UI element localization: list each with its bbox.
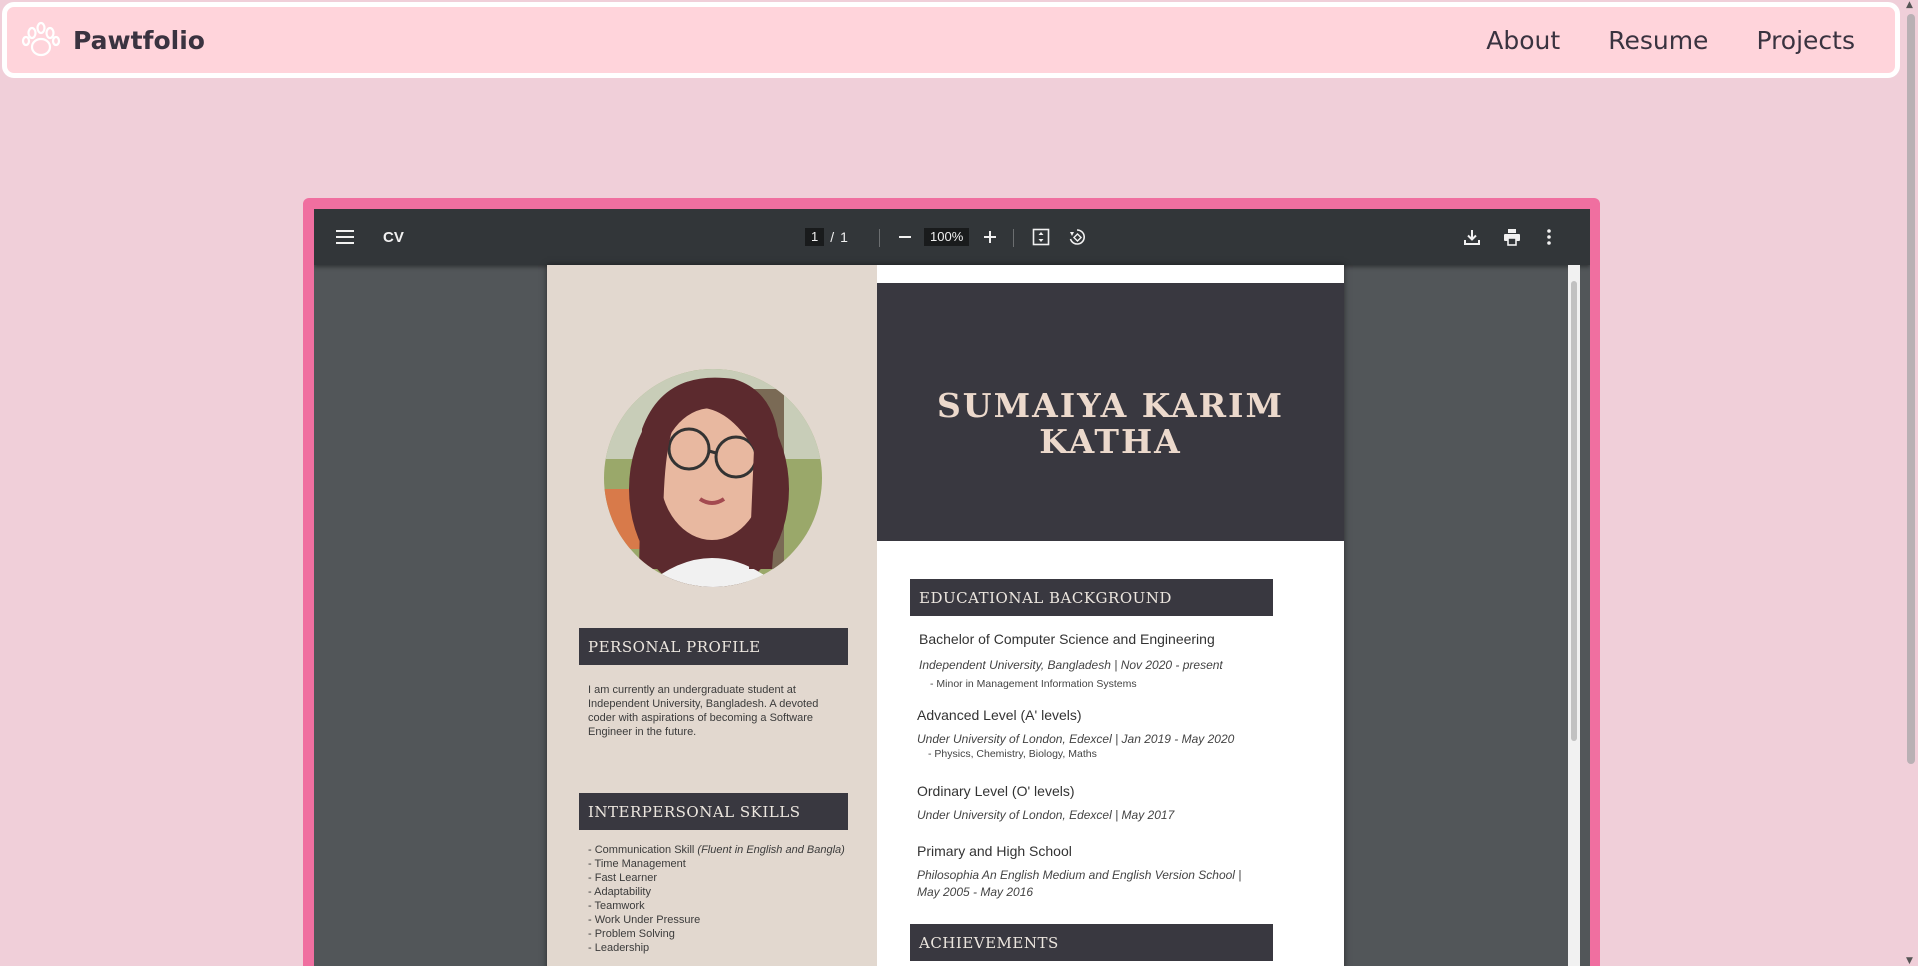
education-entry-subtitle: Philosophia An English Medium and Englis…: [917, 868, 1242, 899]
brand[interactable]: Pawtfolio: [19, 18, 205, 62]
page-number-input[interactable]: 1: [805, 228, 825, 246]
cv-name-line: KATHA: [1039, 422, 1182, 461]
download-icon[interactable]: [1463, 209, 1481, 265]
list-item: - Time Management: [588, 858, 686, 870]
zoom-in-icon[interactable]: [983, 209, 997, 265]
top-navbar: Pawtfolio About Resume Projects: [2, 2, 1900, 78]
education-entry-title: Ordinary Level (O' levels): [917, 783, 1075, 799]
document-title: CV: [383, 228, 404, 246]
cv-left-column: PERSONAL PROFILE I am currently an under…: [547, 265, 877, 966]
pdf-toolbar: CV 1 / 1 100%: [314, 209, 1590, 265]
nav-link-about[interactable]: About: [1486, 26, 1560, 55]
profile-photo: [604, 369, 822, 587]
list-item: - Leadership: [588, 942, 650, 954]
cv-name: SUMAIYA KARIM KATHA: [877, 388, 1344, 460]
page-total: 1: [840, 229, 848, 245]
zoom-out-icon[interactable]: [898, 209, 912, 265]
education-entry-note: - Physics, Chemistry, Biology, Maths: [928, 748, 1097, 760]
nav-link-resume[interactable]: Resume: [1608, 26, 1708, 55]
viewer-scrollbar[interactable]: [1568, 265, 1580, 966]
page-separator: /: [830, 229, 835, 245]
education-entry-subtitle: Under University of London, Edexcel | Ma…: [917, 808, 1175, 822]
list-item: - Adaptability: [588, 886, 651, 898]
list-item: - Fast Learner: [588, 872, 658, 884]
education-heading: EDUCATIONAL BACKGROUND: [910, 579, 1273, 616]
page-scrollbar-thumb[interactable]: [1907, 14, 1915, 764]
viewer-scrollbar-thumb[interactable]: [1571, 281, 1577, 741]
page-scrollbar[interactable]: ▲ ▼: [1904, 0, 1918, 966]
paw-icon: [19, 18, 63, 62]
list-item: - Communication Skill (Fluent in English…: [588, 844, 845, 856]
list-item: - Problem Solving: [588, 928, 675, 940]
skills-list: - Communication Skill (Fluent in English…: [588, 843, 858, 955]
rotate-icon[interactable]: [1068, 209, 1086, 265]
education-entry-subtitle: Under University of London, Edexcel | Ja…: [917, 732, 1235, 746]
scroll-up-arrow-icon[interactable]: ▲: [1906, 0, 1913, 10]
personal-profile-text: I am currently an undergraduate student …: [588, 684, 819, 738]
pdf-page: PERSONAL PROFILE I am currently an under…: [547, 265, 1344, 966]
brand-name[interactable]: Pawtfolio: [73, 26, 205, 55]
name-banner: SUMAIYA KARIM KATHA: [877, 283, 1344, 541]
personal-profile-heading: PERSONAL PROFILE: [579, 628, 848, 665]
menu-icon[interactable]: [336, 209, 354, 265]
pdf-viewer: CV 1 / 1 100% PERSONAL PROFILE I am curr…: [314, 209, 1590, 966]
cv-name-line: SUMAIYA KARIM: [936, 386, 1285, 425]
list-item: - Teamwork: [588, 900, 645, 912]
education-entry-title: Bachelor of Computer Science and Enginee…: [919, 631, 1215, 647]
education-entry-note: - Minor in Management Information System…: [930, 678, 1137, 690]
interpersonal-skills-heading: INTERPERSONAL SKILLS: [579, 793, 848, 830]
list-item: - Work Under Pressure: [588, 914, 701, 926]
nav-links: About Resume Projects: [1486, 26, 1855, 55]
education-entry-title: Advanced Level (A' levels): [917, 707, 1082, 723]
toolbar-divider: [879, 229, 880, 247]
fit-page-icon[interactable]: [1032, 209, 1050, 265]
more-options-icon[interactable]: [1547, 209, 1551, 265]
education-entry-title: Primary and High School: [917, 843, 1072, 859]
scroll-down-arrow-icon[interactable]: ▼: [1906, 956, 1913, 966]
education-entry-subtitle: Independent University, Bangladesh | Nov…: [919, 658, 1223, 672]
achievements-heading: ACHIEVEMENTS: [910, 924, 1273, 961]
nav-link-projects[interactable]: Projects: [1756, 26, 1855, 55]
toolbar-divider: [1013, 229, 1014, 247]
pdf-viewer-frame: CV 1 / 1 100% PERSONAL PROFILE I am curr…: [303, 198, 1600, 966]
print-icon[interactable]: [1503, 209, 1521, 265]
zoom-input[interactable]: 100%: [924, 228, 970, 246]
